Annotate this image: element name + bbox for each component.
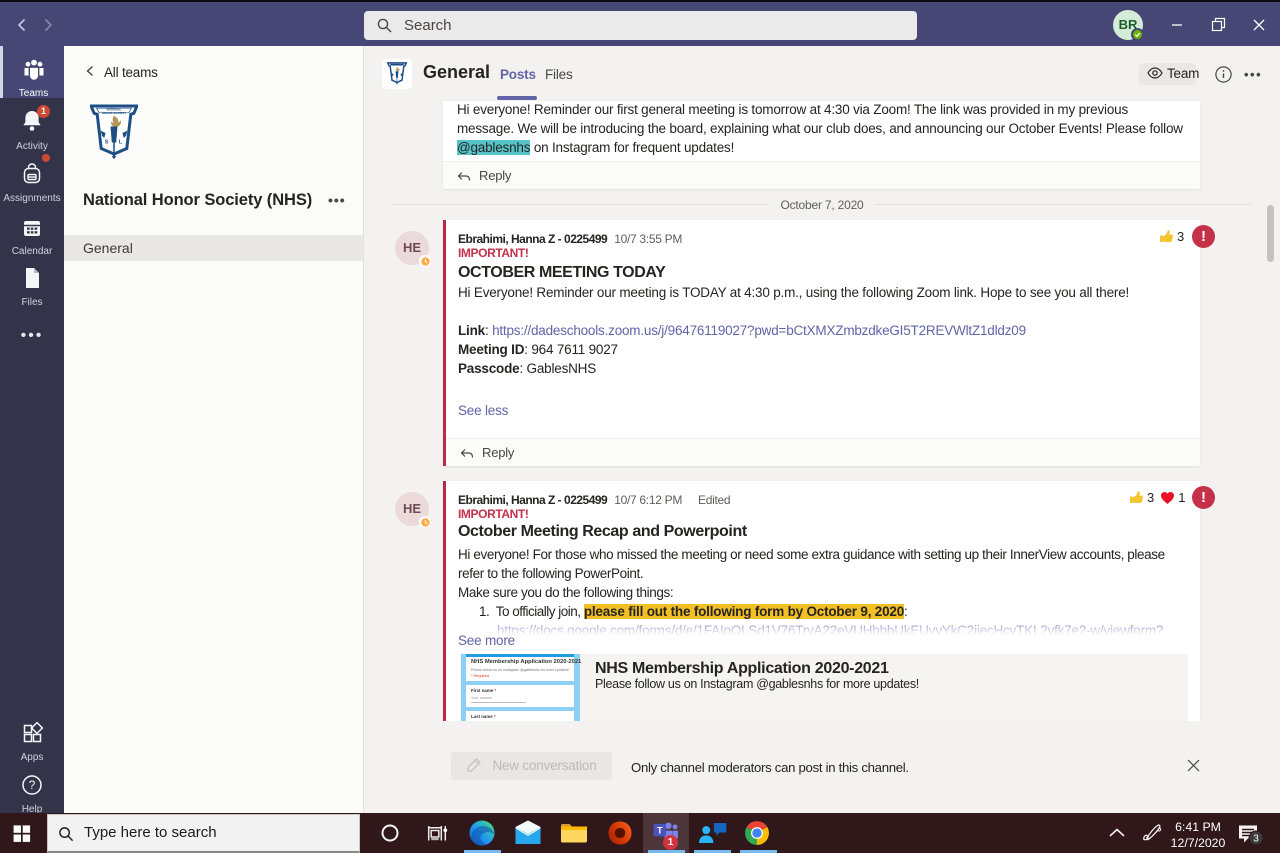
svg-text:3: 3 [1253, 834, 1259, 845]
svg-text:?: ? [29, 778, 36, 792]
svg-text:HONOR SOCIETY: HONOR SOCIETY [102, 111, 126, 115]
svg-text:S: S [105, 140, 109, 146]
svg-text:L: L [119, 140, 123, 146]
svg-text:T: T [657, 825, 663, 835]
